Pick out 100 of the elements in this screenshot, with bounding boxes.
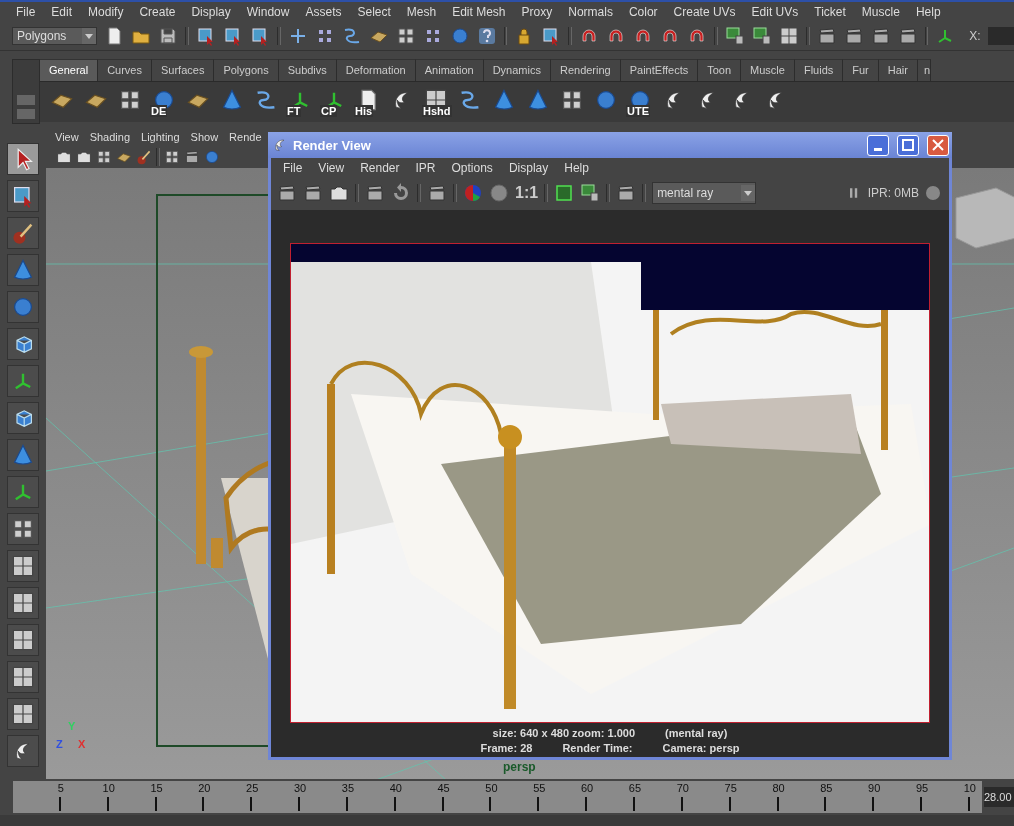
tool-button[interactable] — [7, 697, 39, 730]
panel-menu-item[interactable]: View — [55, 130, 79, 143]
frame-number: 55 — [533, 781, 546, 795]
shelf-button[interactable]: CP — [320, 86, 348, 117]
shelf-tab[interactable]: Deformation — [336, 58, 416, 81]
tool-button[interactable] — [7, 142, 39, 175]
tool-button[interactable] — [7, 179, 39, 212]
clapper-icon[interactable] — [427, 183, 447, 203]
shelf-tab[interactable]: Fluids — [794, 58, 844, 81]
tool-button[interactable] — [7, 549, 39, 582]
shaded-sphere-icon[interactable] — [489, 183, 509, 203]
shelf-tab[interactable]: PaintEffects — [620, 58, 699, 81]
shelf-button[interactable]: FT — [286, 86, 314, 117]
menu-item[interactable]: Edit UVs — [743, 5, 807, 19]
clapper-icon[interactable] — [816, 25, 837, 46]
camera-info: Camera: persp — [662, 742, 740, 754]
time-ruler[interactable]: 5 10 15 20 25 30 35 40 45 50 55 60 65 70 75 80 85 90 95 10 — [13, 781, 982, 813]
shelf-button[interactable]: Hshd — [422, 86, 450, 117]
menu-item[interactable]: Help — [907, 5, 949, 19]
menu-item[interactable]: File — [275, 161, 311, 175]
grid-icon[interactable] — [164, 148, 180, 165]
shelf-tab[interactable]: Subdivs — [278, 58, 337, 81]
menu-item[interactable]: Color — [620, 5, 666, 19]
clapper-icon[interactable] — [843, 25, 864, 46]
current-time-field[interactable]: 28.00 — [984, 787, 1014, 807]
shelf-tab[interactable]: Polygons — [214, 58, 279, 81]
color-sphere-icon[interactable] — [463, 183, 483, 203]
shelf-tab[interactable]: Muscle — [741, 58, 795, 81]
menu-item[interactable]: Assets — [297, 5, 350, 19]
tool-button[interactable] — [7, 327, 39, 360]
panel-menu-item[interactable]: Rende — [229, 130, 262, 143]
panel-menu-item[interactable]: Lighting — [141, 130, 180, 143]
tool-button[interactable] — [7, 512, 39, 545]
shelf-tab[interactable]: Curves — [98, 58, 152, 81]
tool-button[interactable] — [7, 401, 39, 434]
tool-button[interactable] — [7, 586, 39, 619]
tool-button[interactable] — [7, 475, 39, 508]
tool-button[interactable] — [7, 734, 39, 767]
menu-item[interactable]: Render — [352, 161, 408, 175]
clapper-icon[interactable] — [303, 183, 323, 203]
menu-item[interactable]: Normals — [560, 5, 621, 19]
menu-item[interactable]: File — [8, 5, 44, 19]
menu-item[interactable]: Mesh — [398, 5, 445, 19]
clapper-icon[interactable] — [897, 25, 918, 46]
menu-item[interactable]: Edit Mesh — [444, 5, 514, 19]
menu-item[interactable]: Modify — [80, 5, 132, 19]
grid-icon[interactable] — [96, 148, 112, 165]
menu-item[interactable]: Select — [349, 5, 399, 19]
shelf-tab[interactable]: Toon — [698, 58, 742, 81]
select-tool-icon[interactable] — [222, 25, 243, 46]
layout-icon[interactable] — [778, 25, 799, 46]
ratio-button[interactable]: 1:1 — [515, 184, 539, 202]
camera-icon[interactable] — [329, 183, 349, 203]
renderer-dropdown[interactable]: mental ray — [652, 182, 757, 204]
shelf-button[interactable]: DE — [150, 86, 178, 117]
shelf-tab[interactable]: Dynamics — [483, 58, 551, 81]
help-icon[interactable] — [476, 25, 497, 46]
menu-item[interactable]: Edit — [43, 5, 81, 19]
tool-button[interactable] — [7, 216, 39, 249]
select-tool-icon[interactable] — [195, 25, 216, 46]
menu-item[interactable]: Create UVs — [665, 5, 744, 19]
menu-item[interactable]: Options — [443, 161, 501, 175]
clapper-icon[interactable] — [616, 183, 637, 203]
panel-menu-item[interactable]: Show — [190, 130, 219, 143]
shelf-tab[interactable]: Surfaces — [152, 58, 215, 81]
clapper-icon[interactable] — [184, 148, 200, 165]
minimize-button[interactable] — [867, 134, 889, 156]
clapper-icon[interactable] — [277, 183, 297, 203]
shelf-tab[interactable]: Animation — [415, 58, 484, 81]
shelf-button[interactable]: His — [354, 86, 382, 117]
panel-menu-item[interactable]: Shading — [89, 130, 131, 143]
menu-item[interactable]: Create — [131, 5, 184, 19]
clapper-icon[interactable] — [365, 183, 385, 203]
menu-item[interactable]: IPR — [407, 161, 444, 175]
menu-item[interactable]: Display — [500, 161, 557, 175]
shelf-tab[interactable]: Fur — [843, 58, 879, 81]
menu-item[interactable]: Muscle — [853, 5, 908, 19]
menu-item[interactable]: Display — [183, 5, 239, 19]
tool-button[interactable] — [7, 364, 39, 397]
shelf-tab[interactable]: Hair — [878, 58, 918, 81]
clapper-icon[interactable] — [870, 25, 891, 46]
shelf-tab[interactable]: General — [40, 58, 99, 81]
menu-item[interactable]: Window — [238, 5, 298, 19]
menu-item[interactable]: Proxy — [513, 5, 561, 19]
mode-dropdown[interactable]: Polygons — [12, 26, 97, 45]
refresh-icon[interactable] — [391, 183, 411, 203]
coordinate-field[interactable] — [987, 26, 1014, 45]
menu-item[interactable]: Ticket — [806, 5, 854, 19]
shelf-button[interactable]: UTE — [626, 86, 654, 117]
square-icon[interactable] — [554, 183, 575, 203]
brush-icon[interactable] — [136, 148, 152, 165]
select-tool-icon[interactable] — [249, 25, 270, 46]
tool-button[interactable] — [7, 660, 39, 693]
menu-item[interactable]: View — [310, 161, 353, 175]
menu-item[interactable]: Help — [556, 161, 597, 175]
maximize-button[interactable] — [897, 134, 919, 156]
shelf-tab[interactable]: Rendering — [550, 58, 621, 81]
close-button[interactable] — [927, 134, 949, 156]
grid-icon[interactable] — [395, 25, 416, 46]
tool-button[interactable] — [7, 623, 39, 656]
